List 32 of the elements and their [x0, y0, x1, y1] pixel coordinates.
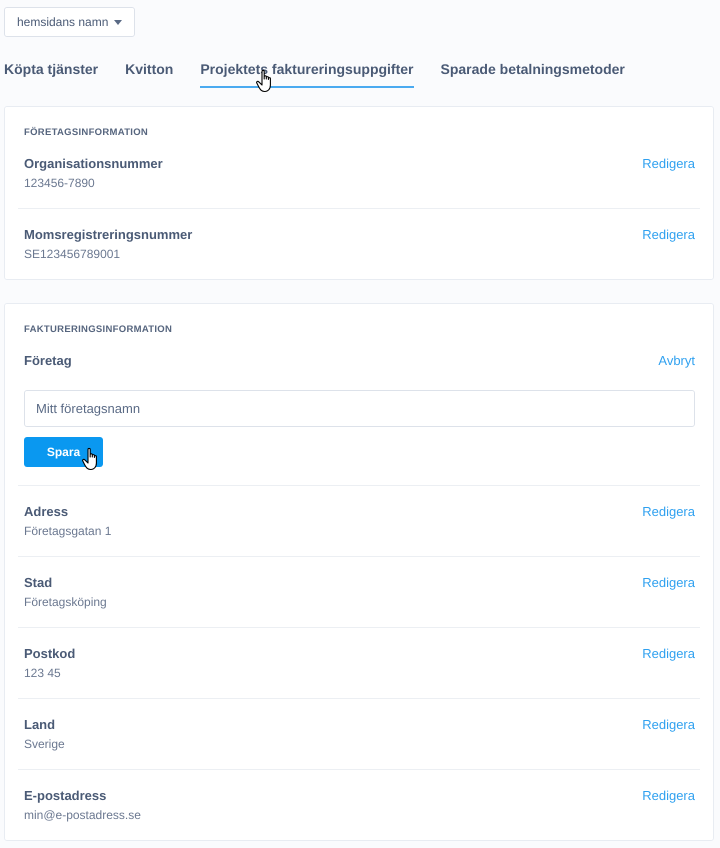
field-value: Sverige: [24, 737, 65, 751]
cancel-link[interactable]: Avbryt: [658, 353, 695, 368]
tab[interactable]: Kvitton: [125, 55, 174, 88]
section-heading: FÖRETAGSINFORMATION: [23, 127, 150, 138]
field-label: E-postadress: [24, 788, 108, 803]
tab[interactable]: Projektets faktureringsuppgifter: [200, 55, 414, 88]
edit-link[interactable]: Redigera: [642, 717, 695, 732]
edit-link[interactable]: Redigera: [642, 227, 695, 242]
edit-link[interactable]: Redigera: [642, 156, 695, 171]
section-heading: FAKTURERINGSINFORMATION: [23, 324, 174, 335]
field-label: Postkod: [24, 646, 76, 661]
field-value: 123 45: [24, 666, 62, 680]
edit-link[interactable]: Redigera: [642, 646, 695, 661]
edit-link[interactable]: Redigera: [642, 575, 695, 590]
caret-icon: [114, 20, 122, 24]
edit-link[interactable]: Redigera: [642, 504, 695, 519]
field-value: SE123456789001: [24, 247, 122, 261]
edit-link[interactable]: Redigera: [642, 788, 695, 803]
field-value: Företagsköping: [24, 595, 107, 609]
tab[interactable]: Sparade betalningsmetoder: [440, 55, 625, 88]
field-value: min@e-postadress.se: [24, 808, 141, 822]
site-dropdown[interactable]: hemsidans namn: [4, 7, 136, 37]
field-value: Företagsgatan 1: [24, 524, 112, 538]
field-label: Stad: [24, 575, 54, 590]
tab[interactable]: Köpta tjänster: [4, 55, 98, 88]
field-label: Momsregistreringsnummer: [24, 227, 192, 242]
input-field[interactable]: Mitt företagsnamn: [24, 390, 695, 427]
field-label: Land: [24, 717, 56, 732]
field-label: Företag: [24, 353, 72, 368]
field-label: Adress: [24, 504, 70, 519]
field-label: Organisationsnummer: [24, 156, 163, 171]
field-value: 123456-7890: [24, 176, 96, 190]
